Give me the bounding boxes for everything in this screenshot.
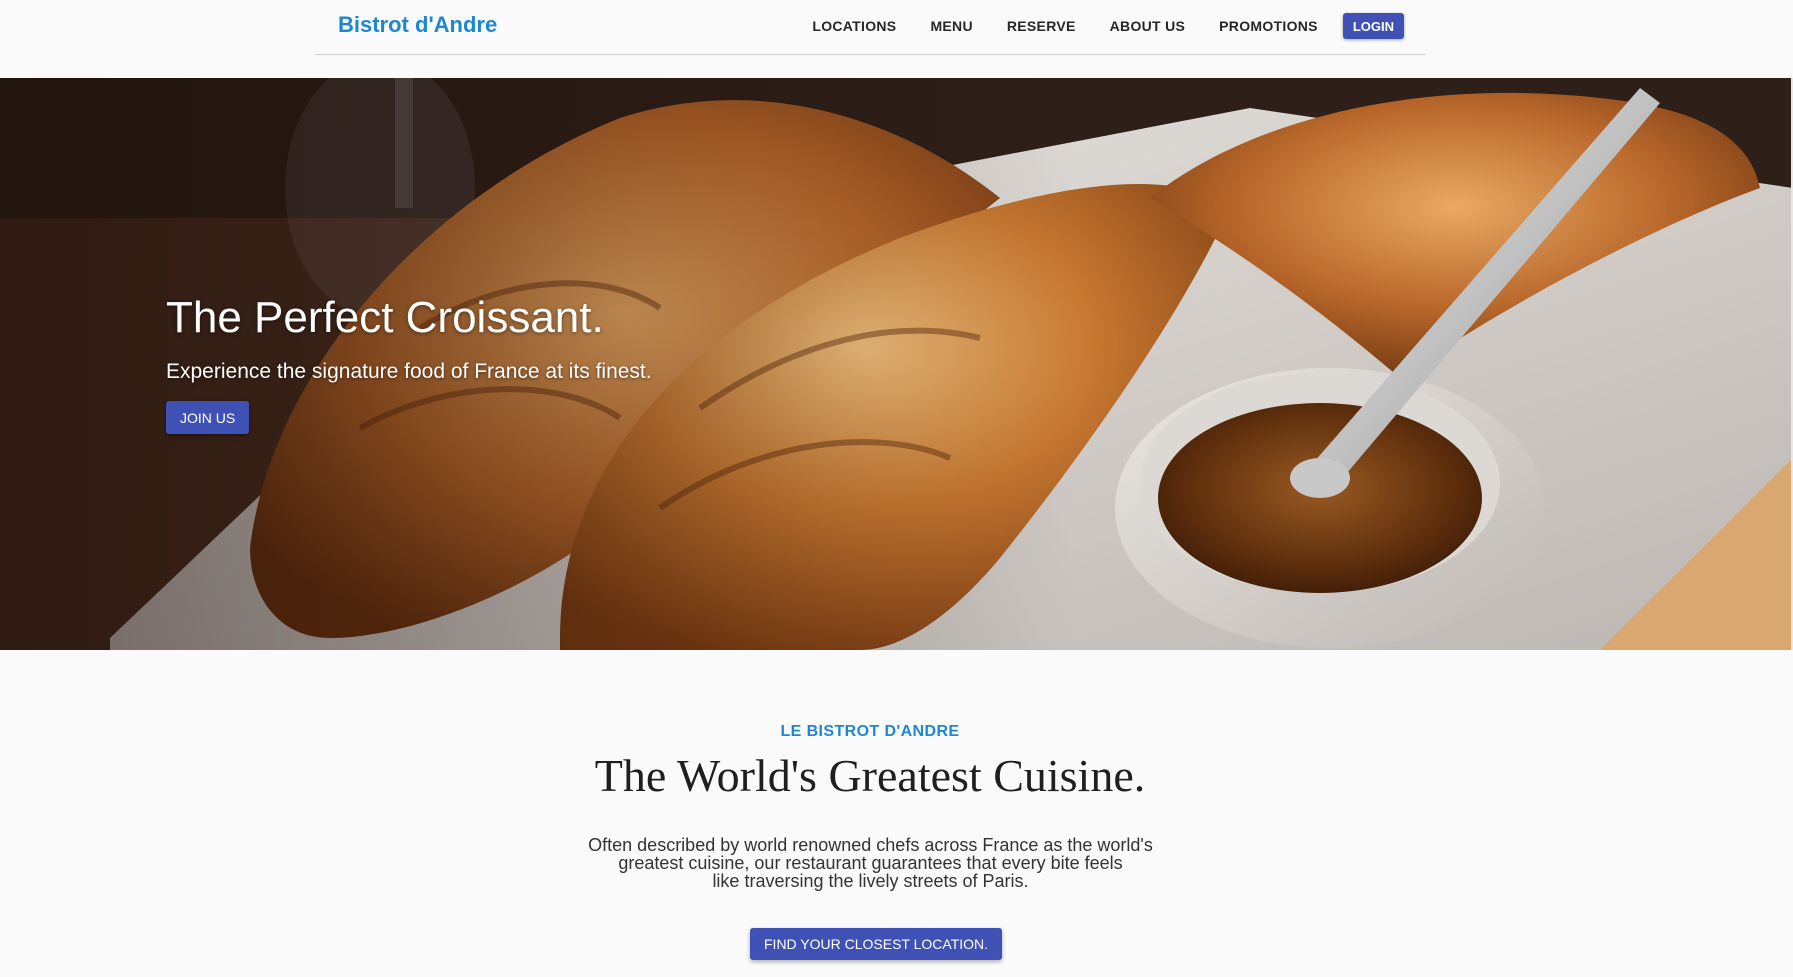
join-us-button[interactable]: JOIN US [166,401,250,434]
find-location-button[interactable]: FIND YOUR CLOSEST LOCATION. [750,928,1003,960]
login-button[interactable]: LOGIN [1342,13,1404,39]
header-bar: Bistrot d'Andre LOCATIONS MENU RESERVE A… [315,0,1426,55]
section-title: The World's Greatest Cuisine. [594,750,1146,801]
nav-reserve[interactable]: RESERVE [1007,18,1076,34]
nav-locations[interactable]: LOCATIONS [812,18,896,34]
nav-about-us[interactable]: ABOUT US [1110,18,1186,34]
section-body: Often described by world renowned chefs … [585,836,1156,890]
nav-promotions[interactable]: PROMOTIONS [1219,18,1318,34]
brand-logo-link[interactable]: Bistrot d'Andre [338,12,497,38]
body-line: greatest cuisine, our restaurant guarant… [618,853,1123,873]
body-line: like traversing the lively streets of Pa… [712,871,1029,891]
nav-menu[interactable]: MENU [930,18,972,34]
site-header: Bistrot d'Andre LOCATIONS MENU RESERVE A… [0,0,1793,78]
hero-subtitle: Experience the signature food of France … [166,360,652,383]
section-kicker: LE BISTROT D'ANDRE [780,723,960,740]
body-line: Often described by world renowned chefs … [588,835,1153,855]
hero-title: The Perfect Croissant. [166,293,604,342]
main-nav: LOCATIONS MENU RESERVE ABOUT US PROMOTIO… [812,13,1404,39]
hero-banner: The Perfect Croissant. Experience the si… [0,78,1793,650]
